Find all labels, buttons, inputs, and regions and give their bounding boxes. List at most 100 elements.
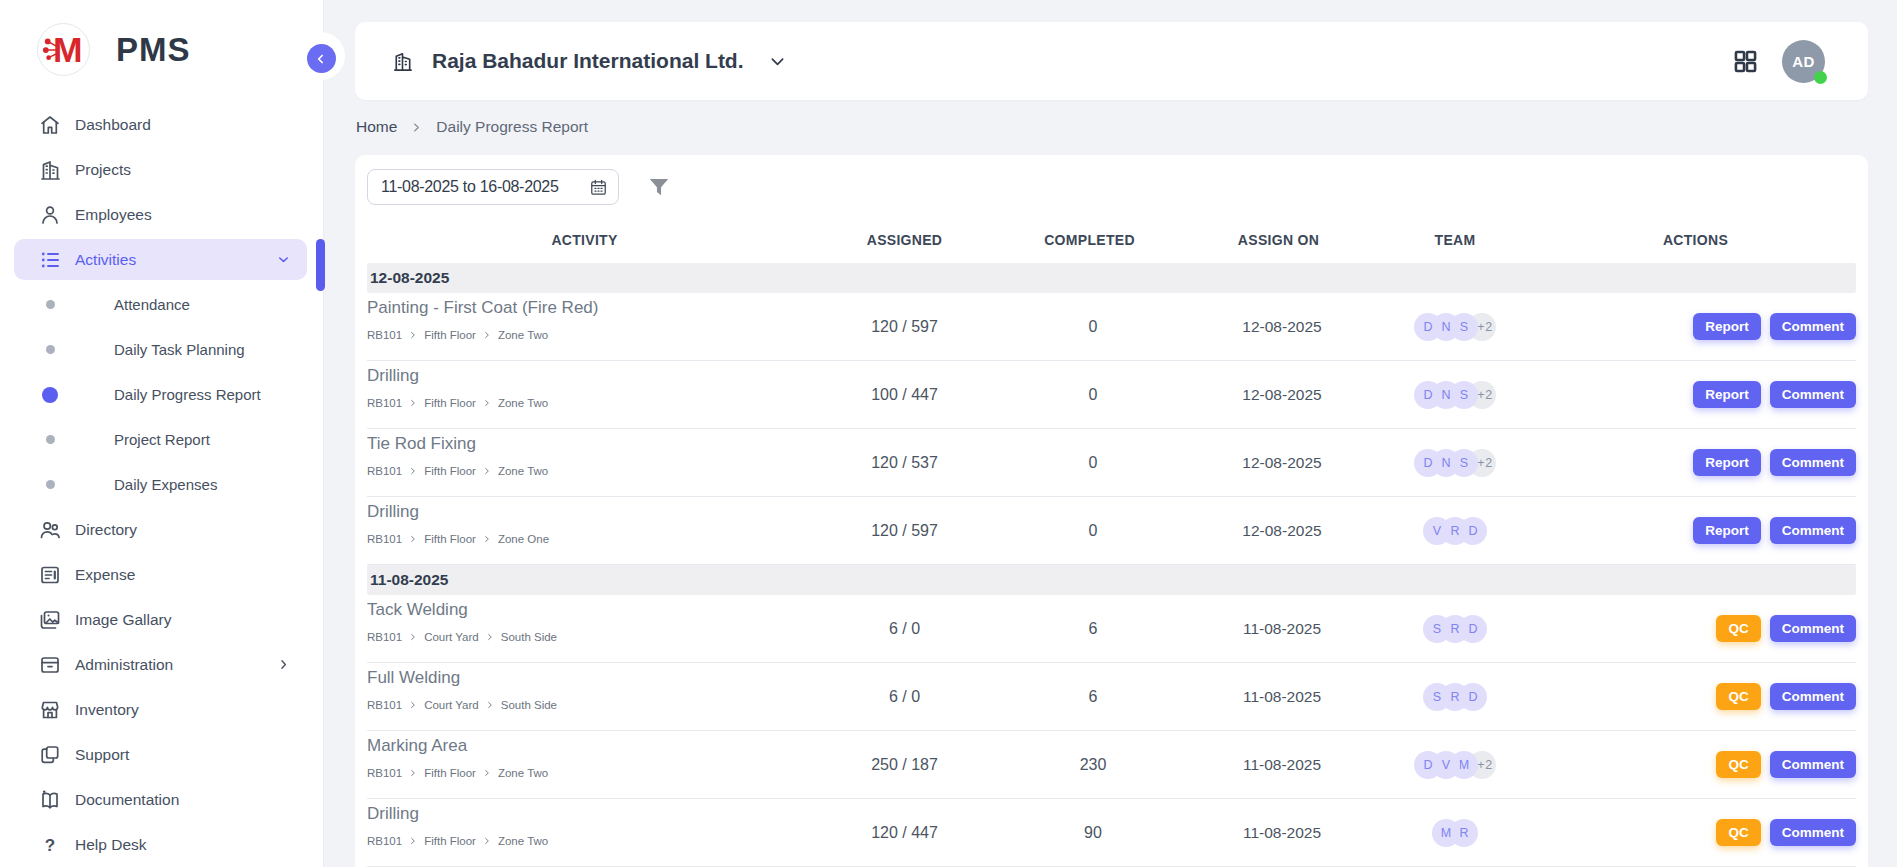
row-actions: Report Comment [1535,517,1856,544]
location-segment: RB101 [367,766,402,780]
location-segment: Fifth Floor [424,396,476,410]
sidebar-item-expense[interactable]: Expense [0,552,323,597]
report-button[interactable]: Report [1693,517,1761,544]
table-row: DrillingRB101Fifth FloorZone Two100 / 44… [367,361,1856,429]
comment-button[interactable]: Comment [1770,819,1856,846]
location-segment: South Side [501,698,557,712]
comment-button[interactable]: Comment [1770,381,1856,408]
qc-button[interactable]: QC [1716,615,1760,642]
activity-location: RB101Fifth FloorZone Two [367,834,812,848]
qc-button[interactable]: QC [1716,819,1760,846]
activity-location: RB101Fifth FloorZone Two [367,328,812,342]
breadcrumb-home[interactable]: Home [356,118,397,136]
team-avatar: D [1414,313,1442,341]
date-range-value: 11-08-2025 to 16-08-2025 [381,178,589,196]
brand-logo-icon: M [37,23,90,76]
table-row: Tie Rod FixingRB101Fifth FloorZone Two12… [367,429,1856,497]
sidebar-item-administration[interactable]: Administration [0,642,323,687]
team-avatar: D [1414,449,1442,477]
sidebar-subitem-daily-expenses[interactable]: Daily Expenses [0,462,323,507]
sidebar-subitem-attendance[interactable]: Attendance [0,282,323,327]
team-avatars: SRD [1375,683,1535,711]
table-row: Painting - First Coat (Fire Red)RB101Fif… [367,293,1856,361]
header-actions: AD [1732,40,1825,83]
assign-on-value: 11-08-2025 [1189,824,1375,842]
activity-title: Marking Area [367,736,812,756]
activity-title: Tie Rod Fixing [367,434,812,454]
content-card: 11-08-2025 to 16-08-2025 ACTIVITY ASSIGN… [355,155,1868,867]
team-avatars: DVM+2 [1375,751,1535,779]
table-row: DrillingRB101Fifth FloorZone One120 / 59… [367,497,1856,565]
comment-button[interactable]: Comment [1770,615,1856,642]
comment-button[interactable]: Comment [1770,313,1856,340]
team-avatar: D [1414,381,1442,409]
chevron-right-icon [409,701,417,709]
report-button[interactable]: Report [1693,381,1761,408]
sidebar-subitem-daily-task-planning[interactable]: Daily Task Planning [0,327,323,372]
team-avatar: S [1423,615,1451,643]
row-actions: QC Comment [1535,819,1856,846]
comment-button[interactable]: Comment [1770,683,1856,710]
building-icon [38,158,62,182]
sidebar-item-support[interactable]: Support [0,732,323,777]
qc-button[interactable]: QC [1716,751,1760,778]
chevron-down-icon [276,252,291,267]
assign-on-value: 12-08-2025 [1189,522,1375,540]
person-icon [38,203,62,227]
row-actions: Report Comment [1535,449,1856,476]
sidebar-item-employees[interactable]: Employees [0,192,323,237]
comment-button[interactable]: Comment [1770,517,1856,544]
activity-location: RB101Fifth FloorZone One [367,532,812,546]
assign-on-value: 11-08-2025 [1189,756,1375,774]
completed-value: 230 [997,756,1189,774]
table-row: Marking AreaRB101Fifth FloorZone Two250 … [367,731,1856,799]
sidebar-item-inventory[interactable]: Inventory [0,687,323,732]
team-avatars: DNS+2 [1375,381,1535,409]
svg-text:?: ? [45,836,55,855]
bullet-dot-icon [42,387,58,403]
qc-button[interactable]: QC [1716,683,1760,710]
sidebar-item-help-desk[interactable]: ?Help Desk [0,822,323,867]
location-segment: Zone Two [498,464,548,478]
sidebar-subitem-project-report[interactable]: Project Report [0,417,323,462]
sidebar-collapse-button[interactable] [297,32,345,80]
table-header: ACTIVITY ASSIGNED COMPLETED ASSIGN ON TE… [367,217,1856,263]
date-group-header: 11-08-2025 [367,565,1856,595]
date-range-input[interactable]: 11-08-2025 to 16-08-2025 [367,169,619,205]
user-avatar[interactable]: AD [1782,40,1825,83]
sidebar-item-directory[interactable]: Directory [0,507,323,552]
location-segment: Fifth Floor [424,532,476,546]
sidebar-item-dashboard[interactable]: Dashboard [0,102,323,147]
bullet-dot-icon [46,300,55,309]
team-avatars: DNS+2 [1375,449,1535,477]
comment-button[interactable]: Comment [1770,449,1856,476]
chevron-right-icon [409,467,417,475]
sidebar-item-activities[interactable]: Activities [14,239,307,280]
sidebar-item-projects[interactable]: Projects [0,147,323,192]
completed-value: 0 [997,386,1189,404]
online-status-dot [1814,71,1827,84]
assign-on-value: 11-08-2025 [1189,620,1375,638]
filter-funnel-icon[interactable] [646,174,672,200]
report-button[interactable]: Report [1693,313,1761,340]
column-header-assigned: ASSIGNED [812,232,997,248]
location-segment: Court Yard [424,630,479,644]
sidebar-subitem-daily-progress-report[interactable]: Daily Progress Report [0,372,323,417]
assigned-value: 6 / 0 [812,688,997,706]
apps-grid-icon[interactable] [1732,48,1759,75]
location-segment: Zone Two [498,766,548,780]
chevron-right-icon [483,769,491,777]
archive-icon [38,653,62,677]
table-body: 12-08-2025 Painting - First Coat (Fire Re… [367,263,1856,867]
sidebar-item-image-gallary[interactable]: Image Gallary [0,597,323,642]
row-actions: QC Comment [1535,751,1856,778]
sidebar-item-documentation[interactable]: Documentation [0,777,323,822]
location-segment: RB101 [367,396,402,410]
activity-location: RB101Fifth FloorZone Two [367,464,812,478]
chevron-right-icon [409,837,417,845]
assign-on-value: 11-08-2025 [1189,688,1375,706]
comment-button[interactable]: Comment [1770,751,1856,778]
report-button[interactable]: Report [1693,449,1761,476]
chevron-right-icon [483,837,491,845]
company-selector[interactable]: Raja Bahadur International Ltd. [391,49,787,73]
